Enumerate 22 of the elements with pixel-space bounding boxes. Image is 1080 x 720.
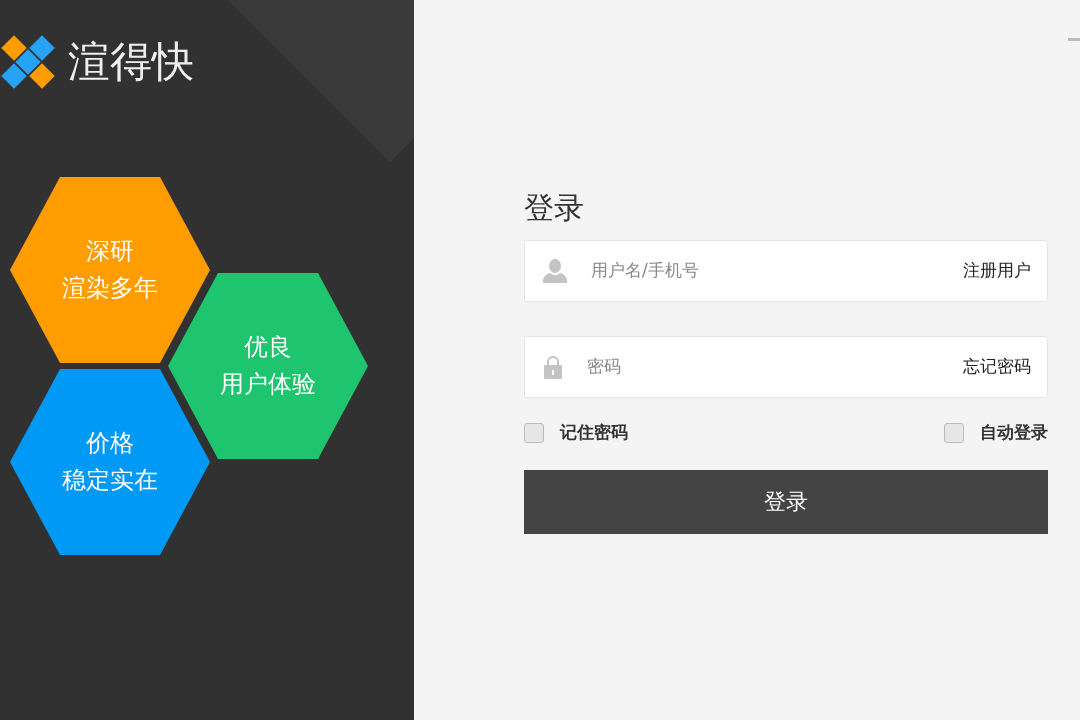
feature-text: 稳定实在 xyxy=(62,466,158,495)
password-field[interactable]: 密码 xyxy=(585,353,963,381)
checkbox[interactable] xyxy=(524,422,544,443)
user-icon xyxy=(543,258,567,284)
checkbox[interactable] xyxy=(944,422,964,443)
minimize-button[interactable] xyxy=(1068,38,1080,41)
checkbox-label: 记住密码 xyxy=(560,421,628,444)
forgot-password-link[interactable]: 忘记密码 xyxy=(963,354,1031,380)
checkbox-label: 自动登录 xyxy=(980,421,1048,444)
feature-text: 深研 xyxy=(86,237,134,266)
feature-text: 渲染多年 xyxy=(62,274,158,303)
feature-text: 用户体验 xyxy=(220,370,316,399)
register-link[interactable]: 注册用户 xyxy=(963,258,1031,284)
input-field[interactable]: 密码 忘记密码 xyxy=(524,336,1048,398)
input-field[interactable]: 用户名/手机号 注册用户 xyxy=(524,240,1048,302)
username-field[interactable]: 用户名/手机号 xyxy=(589,257,963,285)
feature-text: 优良 xyxy=(244,333,292,362)
login-title: 登录 xyxy=(524,190,585,226)
login-button[interactable]: 登录 xyxy=(524,469,1048,534)
brand-name: 渲得快 xyxy=(68,41,194,83)
lock-icon xyxy=(543,355,563,379)
feature-text: 价格 xyxy=(86,429,134,458)
